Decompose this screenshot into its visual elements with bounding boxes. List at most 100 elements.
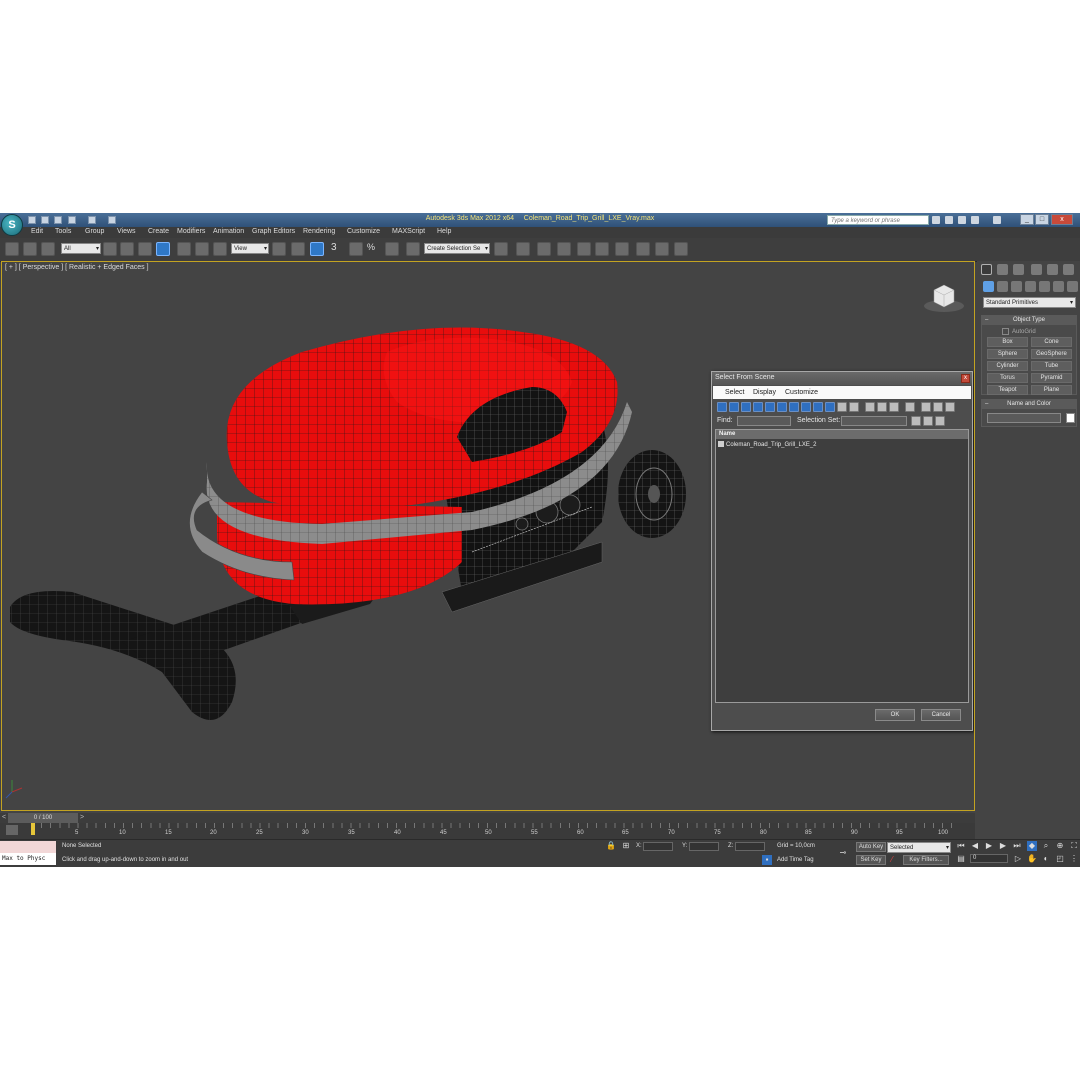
geosphere-button[interactable]: GeoSphere <box>1031 349 1072 359</box>
menu-edit[interactable]: Edit <box>31 228 43 235</box>
ok-button[interactable]: OK <box>875 709 915 721</box>
object-color-swatch[interactable] <box>1066 413 1075 423</box>
systems-category-icon[interactable] <box>1067 281 1078 292</box>
maxscript-listener-input[interactable]: Max to Physc <box>0 853 56 865</box>
curve-editor-icon[interactable] <box>577 242 591 256</box>
rectangular-selection-icon[interactable] <box>138 242 152 256</box>
orbit-icon[interactable]: ◐ <box>1041 854 1051 864</box>
select-object-icon[interactable] <box>103 242 117 256</box>
edit-named-selection-icon[interactable] <box>406 242 420 256</box>
add-time-tag[interactable]: Add Time Tag <box>777 857 814 863</box>
geometry-category-icon[interactable] <box>983 281 994 292</box>
cancel-button[interactable]: Cancel <box>921 709 961 721</box>
material-editor-icon[interactable] <box>615 242 629 256</box>
zoom-icon[interactable]: ⌕ <box>1041 841 1051 851</box>
rotate-icon[interactable] <box>195 242 209 256</box>
dialog-menu-display[interactable]: Display <box>753 389 776 396</box>
box-button[interactable]: Box <box>987 337 1028 347</box>
y-coordinate-field[interactable] <box>689 842 719 851</box>
reference-coordinate-dropdown[interactable]: View <box>231 243 269 255</box>
rendered-frame-window-icon[interactable] <box>655 242 669 256</box>
align-icon[interactable] <box>516 242 530 256</box>
bind-space-warp-icon[interactable] <box>41 242 55 256</box>
menu-create[interactable]: Create <box>148 228 169 235</box>
unlink-icon[interactable] <box>23 242 37 256</box>
menu-tools[interactable]: Tools <box>55 228 71 235</box>
minimize-button[interactable]: _ <box>1020 214 1034 225</box>
expand-icon[interactable] <box>945 402 955 412</box>
previous-frame-icon[interactable]: ◀ <box>970 841 980 851</box>
percent-snap-icon[interactable]: % <box>367 242 381 256</box>
dialog-close-button[interactable]: x <box>961 374 970 383</box>
selection-set-dropdown[interactable] <box>841 416 907 426</box>
selection-filter-dropdown[interactable]: All <box>61 243 101 255</box>
set-key-icon[interactable]: ⁄ <box>887 855 897 865</box>
display-xrefs-icon[interactable] <box>801 402 811 412</box>
keyboard-shortcut-override-icon[interactable] <box>310 242 324 256</box>
x-coordinate-field[interactable] <box>643 842 673 851</box>
dialog-menu-customize[interactable]: Customize <box>785 389 818 396</box>
utilities-tab-icon[interactable] <box>1063 264 1074 275</box>
help-search-input[interactable]: Type a keyword or phrase <box>827 215 929 225</box>
auto-key-button[interactable]: Auto Key <box>856 842 886 852</box>
time-slider[interactable]: < 0 / 100 > <box>0 813 975 823</box>
snaps-toggle-icon[interactable]: 3 <box>331 242 345 256</box>
pivot-center-icon[interactable] <box>272 242 286 256</box>
tube-button[interactable]: Tube <box>1031 361 1072 371</box>
add-to-selection-set-icon[interactable] <box>923 416 933 426</box>
remove-from-selection-set-icon[interactable] <box>935 416 945 426</box>
menu-rendering[interactable]: Rendering <box>303 228 335 235</box>
list-item[interactable]: Coleman_Road_Trip_Grill_LXE_2 <box>718 441 817 450</box>
pan-view-icon[interactable]: ✋ <box>1027 854 1037 864</box>
help-icon[interactable] <box>993 216 1001 224</box>
angle-snap-icon[interactable] <box>349 242 363 256</box>
display-hidden-icon[interactable] <box>849 402 859 412</box>
cylinder-button[interactable]: Cylinder <box>987 361 1028 371</box>
object-type-title[interactable]: Object Type <box>982 316 1076 325</box>
communication-center-icon[interactable] <box>958 216 966 224</box>
motion-tab-icon[interactable] <box>1031 264 1042 275</box>
collapse-icon[interactable] <box>933 402 943 412</box>
menu-customize[interactable]: Customize <box>347 228 380 235</box>
find-case-sensitive-icon[interactable] <box>921 402 931 412</box>
walkthrough-icon[interactable]: ⋮ <box>1069 854 1079 864</box>
menu-modifiers[interactable]: Modifiers <box>177 228 205 235</box>
viewcube-icon[interactable] <box>922 280 966 314</box>
window-crossing-icon[interactable] <box>156 242 170 256</box>
find-input[interactable] <box>737 416 791 426</box>
next-frame-icon[interactable]: ▶ <box>998 841 1008 851</box>
display-geometry-icon[interactable] <box>717 402 727 412</box>
subscription-icon[interactable] <box>945 216 953 224</box>
display-lights-icon[interactable] <box>741 402 751 412</box>
graphite-modeling-icon[interactable] <box>557 242 571 256</box>
prev-frame-arrow[interactable]: < <box>0 813 8 823</box>
time-configuration-icon[interactable]: ▤ <box>956 854 966 864</box>
shapes-category-icon[interactable] <box>997 281 1008 292</box>
torus-button[interactable]: Torus <box>987 373 1028 383</box>
play-icon[interactable]: ▶ <box>984 841 994 851</box>
display-groups-icon[interactable] <box>789 402 799 412</box>
primitive-category-dropdown[interactable]: Standard Primitives <box>983 297 1076 309</box>
plane-button[interactable]: Plane <box>1031 385 1072 395</box>
display-containers-icon[interactable] <box>825 402 835 412</box>
space-warps-category-icon[interactable] <box>1053 281 1064 292</box>
menu-animation[interactable]: Animation <box>213 228 244 235</box>
display-cameras-icon[interactable] <box>753 402 763 412</box>
spinner-snap-icon[interactable] <box>385 242 399 256</box>
display-bones-icon[interactable] <box>813 402 823 412</box>
zoom-all-icon[interactable]: ⊕ <box>1055 841 1065 851</box>
select-manipulate-icon[interactable] <box>291 242 305 256</box>
menu-maxscript[interactable]: MAXScript <box>392 228 425 235</box>
perspective-viewport[interactable]: [ + ] [ Perspective ] [ Realistic + Edge… <box>1 261 975 811</box>
create-tab-icon[interactable] <box>981 264 992 275</box>
field-of-view-icon[interactable]: ▷ <box>1013 854 1023 864</box>
time-slider-thumb[interactable]: 0 / 100 <box>8 813 78 823</box>
display-tab-icon[interactable] <box>1047 264 1058 275</box>
scene-object-list[interactable]: Name Coleman_Road_Trip_Grill_LXE_2 <box>715 429 969 703</box>
mirror-icon[interactable] <box>494 242 508 256</box>
display-helpers-icon[interactable] <box>765 402 775 412</box>
filter-icon[interactable] <box>905 402 915 412</box>
lights-category-icon[interactable] <box>1011 281 1022 292</box>
viewport-label[interactable]: [ + ] [ Perspective ] [ Realistic + Edge… <box>5 264 149 271</box>
cameras-category-icon[interactable] <box>1025 281 1036 292</box>
